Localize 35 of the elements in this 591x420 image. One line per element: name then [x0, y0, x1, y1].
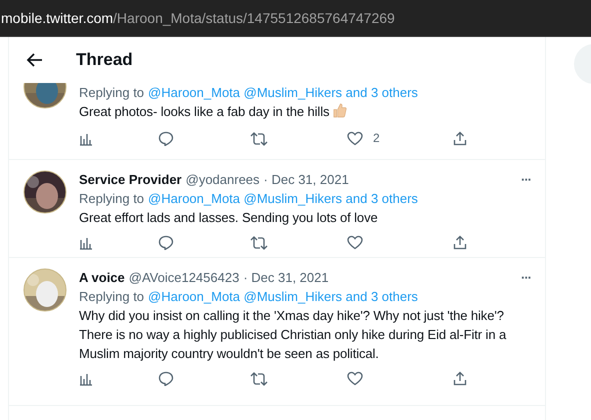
tweet-text: Why did you insist on calling it the 'Xmas day hike'? Why not just 'the hike'? There is no way a highly publicised Christian only hike during Eid al-Fitr in a Muslim majority country wouldn't be seen as political.	[79, 308, 506, 361]
replying-label: Replying to	[79, 85, 144, 100]
stats-icon[interactable]	[79, 132, 93, 146]
tweet-text: Great photos- looks like a fab day in the hills	[79, 104, 330, 119]
tweet-date[interactable]: · Dec 31, 2021	[243, 268, 329, 287]
share-icon[interactable]	[453, 235, 467, 250]
more-button[interactable]: ···	[521, 170, 531, 189]
retweet-icon[interactable]	[250, 372, 268, 386]
heart-icon[interactable]	[347, 131, 363, 146]
stats-icon[interactable]	[79, 236, 93, 250]
author-name[interactable]: A voice	[79, 268, 125, 287]
thread-title: Thread	[76, 50, 133, 70]
share-icon[interactable]	[453, 371, 467, 386]
retweet-icon[interactable]	[250, 132, 268, 146]
tweet-text: Great effort lads and lasses. Sending you lots of love	[79, 210, 378, 225]
author-name[interactable]: Service Provider	[79, 170, 182, 189]
replying-label: Replying to	[79, 191, 144, 206]
share-icon[interactable]	[453, 131, 467, 146]
url-path: /Haroon_Mota/status/1475512685764747269	[113, 10, 395, 26]
address-bar[interactable]: mobile.twitter.com/Haroon_Mota/status/1475512685764747269	[0, 0, 591, 37]
more-button[interactable]: ···	[521, 268, 531, 287]
like-count: 2	[373, 130, 380, 147]
url-host: mobile.twitter.com	[1, 10, 114, 26]
replying-label: Replying to	[79, 289, 144, 304]
author-handle[interactable]: @AVoice12456423	[128, 268, 240, 287]
heart-icon[interactable]	[347, 371, 363, 386]
tweet-date[interactable]: · Dec 31, 2021	[264, 170, 349, 189]
back-arrow-icon[interactable]	[26, 52, 44, 68]
author-handle[interactable]: @yodanrees	[186, 170, 260, 189]
retweet-icon[interactable]	[250, 236, 268, 250]
stats-icon[interactable]	[79, 372, 93, 386]
reply-icon[interactable]	[158, 131, 174, 146]
reply-icon[interactable]	[158, 235, 174, 250]
heart-icon[interactable]	[347, 235, 363, 250]
reply-icon[interactable]	[158, 371, 174, 386]
